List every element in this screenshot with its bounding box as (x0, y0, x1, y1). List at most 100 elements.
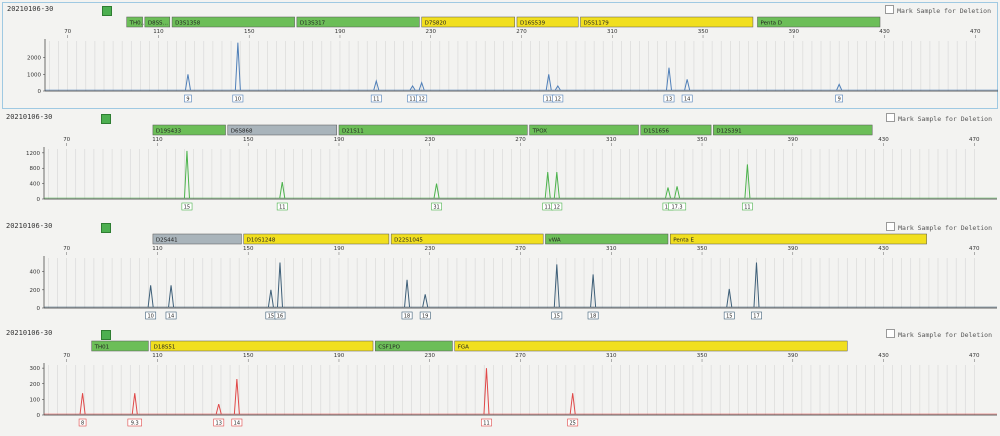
locus-marker[interactable]: vWA (545, 233, 669, 245)
x-tick-label: 110 (152, 353, 163, 359)
sample-panel: 20210106-30 Mark Sample for Deletion D2S44… (2, 220, 998, 327)
allele-peak[interactable] (569, 393, 576, 415)
locus-marker[interactable]: D18S51 (150, 340, 374, 352)
locus-marker[interactable]: D19S433 (152, 124, 226, 136)
x-tick-label: 110 (152, 137, 163, 143)
locus-label: D18S51 (154, 345, 176, 351)
allele-peak[interactable] (433, 183, 440, 199)
locus-marker[interactable]: D7S820 (421, 16, 515, 28)
allele-peak[interactable] (279, 181, 286, 199)
x-tick-label: 430 (879, 29, 890, 35)
y-tick-label: 2000 (27, 56, 41, 62)
x-tick-label: 230 (424, 137, 435, 143)
x-tick-label: 230 (425, 29, 436, 35)
electropherogram-plot[interactable]: D2S441 D10S1248 D22S1045 vWA Penta E70 110 150… (2, 220, 998, 327)
allele-peak[interactable] (147, 285, 154, 308)
locus-label: CSF1PO (378, 345, 400, 351)
locus-marker[interactable]: D5S1179 (580, 16, 754, 28)
allele-label: 14 (684, 97, 690, 103)
locus-marker[interactable]: TH01 (91, 340, 149, 352)
electropherogram-plot[interactable]: TH0… D8SS… D3S1358 D13S317 D7S820 D16S539 D5S1… (3, 3, 999, 110)
locus-bar[interactable] (454, 340, 848, 352)
x-tick-label: 190 (334, 353, 345, 359)
locus-bar[interactable] (150, 340, 374, 352)
locus-marker[interactable]: TH0… (126, 16, 147, 28)
locus-marker[interactable]: TPOX (529, 124, 639, 136)
allele-peak[interactable] (267, 289, 274, 308)
electropherogram-plot[interactable]: D19S433 D6S868 D21S11 TPOX D1S1656 D12S391 70 1… (2, 111, 998, 218)
allele-peak[interactable] (276, 262, 283, 308)
x-tick-label: 310 (606, 353, 617, 359)
sample-panel: 20210106-30 Mark Sample for Deletion TH0… D… (2, 2, 998, 109)
locus-marker[interactable]: CSF1PO (375, 340, 453, 352)
allele-peak[interactable] (483, 368, 490, 415)
allele-peak[interactable] (665, 187, 671, 199)
locus-label: D12S391 (716, 129, 741, 135)
locus-label: D1S1656 (644, 129, 670, 135)
electropherogram-plot[interactable]: TH01 D18S51 CSF1PO FGA70 110 150 190 230 270 310 3… (2, 327, 998, 434)
x-tick-label: 270 (516, 29, 527, 35)
allele-peak[interactable] (674, 186, 681, 199)
allele-peak[interactable] (665, 67, 672, 91)
locus-marker[interactable]: D1S1656 (640, 124, 712, 136)
locus-label: vWA (548, 238, 560, 244)
locus-label: TH0… (129, 21, 147, 27)
x-tick-label: 470 (970, 29, 981, 35)
x-tick-label: 70 (63, 137, 70, 143)
allele-label: 13 (666, 97, 672, 103)
locus-marker[interactable]: D3S1358 (171, 16, 295, 28)
locus-marker[interactable]: D10S1248 (243, 233, 390, 245)
y-tick-label: 200 (30, 382, 41, 388)
locus-marker[interactable]: Penta E (670, 233, 927, 245)
locus-marker[interactable]: D8SS… (144, 16, 171, 28)
allele-label: 10 (147, 314, 153, 320)
locus-marker[interactable]: D21S11 (338, 124, 528, 136)
x-tick-label: 270 (515, 246, 526, 252)
allele-label: 11 (279, 205, 285, 211)
y-tick-label: 0 (37, 197, 41, 203)
x-tick-label: 110 (152, 246, 163, 252)
x-tick-label: 70 (63, 353, 70, 359)
allele-peak[interactable] (168, 285, 175, 308)
locus-marker[interactable]: FGA (454, 340, 848, 352)
allele-label: 15 (726, 314, 732, 320)
locus-marker[interactable]: D16S539 (516, 16, 579, 28)
locus-marker[interactable]: D12S391 (713, 124, 873, 136)
allele-label: 11 (373, 97, 379, 103)
locus-marker[interactable]: D6S868 (227, 124, 337, 136)
allele-peak[interactable] (684, 79, 691, 91)
x-tick-label: 190 (334, 137, 345, 143)
allele-peak[interactable] (234, 42, 241, 91)
locus-label: D5S1179 (583, 21, 609, 27)
x-tick-label: 390 (789, 29, 800, 35)
locus-bar[interactable] (670, 233, 927, 245)
allele-peak[interactable] (215, 403, 222, 415)
locus-marker[interactable]: D13S317 (296, 16, 420, 28)
y-tick-label: 400 (30, 182, 41, 188)
locus-label: Penta D (760, 21, 782, 27)
allele-peak[interactable] (404, 279, 411, 308)
x-tick-label: 350 (698, 29, 709, 35)
locus-marker[interactable]: Penta D (757, 16, 881, 28)
allele-label: 11 (545, 205, 551, 211)
allele-peak[interactable] (422, 294, 429, 308)
allele-peak[interactable] (184, 74, 191, 91)
allele-peak[interactable] (233, 379, 240, 415)
locus-marker[interactable]: D22S1045 (390, 233, 544, 245)
x-tick-label: 270 (515, 137, 526, 143)
allele-peak[interactable] (131, 393, 138, 415)
locus-bar[interactable] (545, 233, 669, 245)
allele-label: 17 (753, 314, 759, 320)
locus-marker[interactable]: D2S441 (152, 233, 242, 245)
locus-bar[interactable] (338, 124, 528, 136)
y-tick-label: 300 (30, 366, 41, 372)
allele-peak[interactable] (79, 393, 86, 415)
allele-label: 9 (186, 97, 189, 103)
allele-peak[interactable] (183, 150, 190, 199)
x-tick-label: 150 (243, 137, 254, 143)
allele-label: 10 (235, 97, 241, 103)
x-tick-label: 390 (788, 137, 799, 143)
x-tick-label: 470 (969, 246, 980, 252)
locus-label: D2S441 (156, 238, 178, 244)
allele-label: 12 (555, 97, 561, 103)
